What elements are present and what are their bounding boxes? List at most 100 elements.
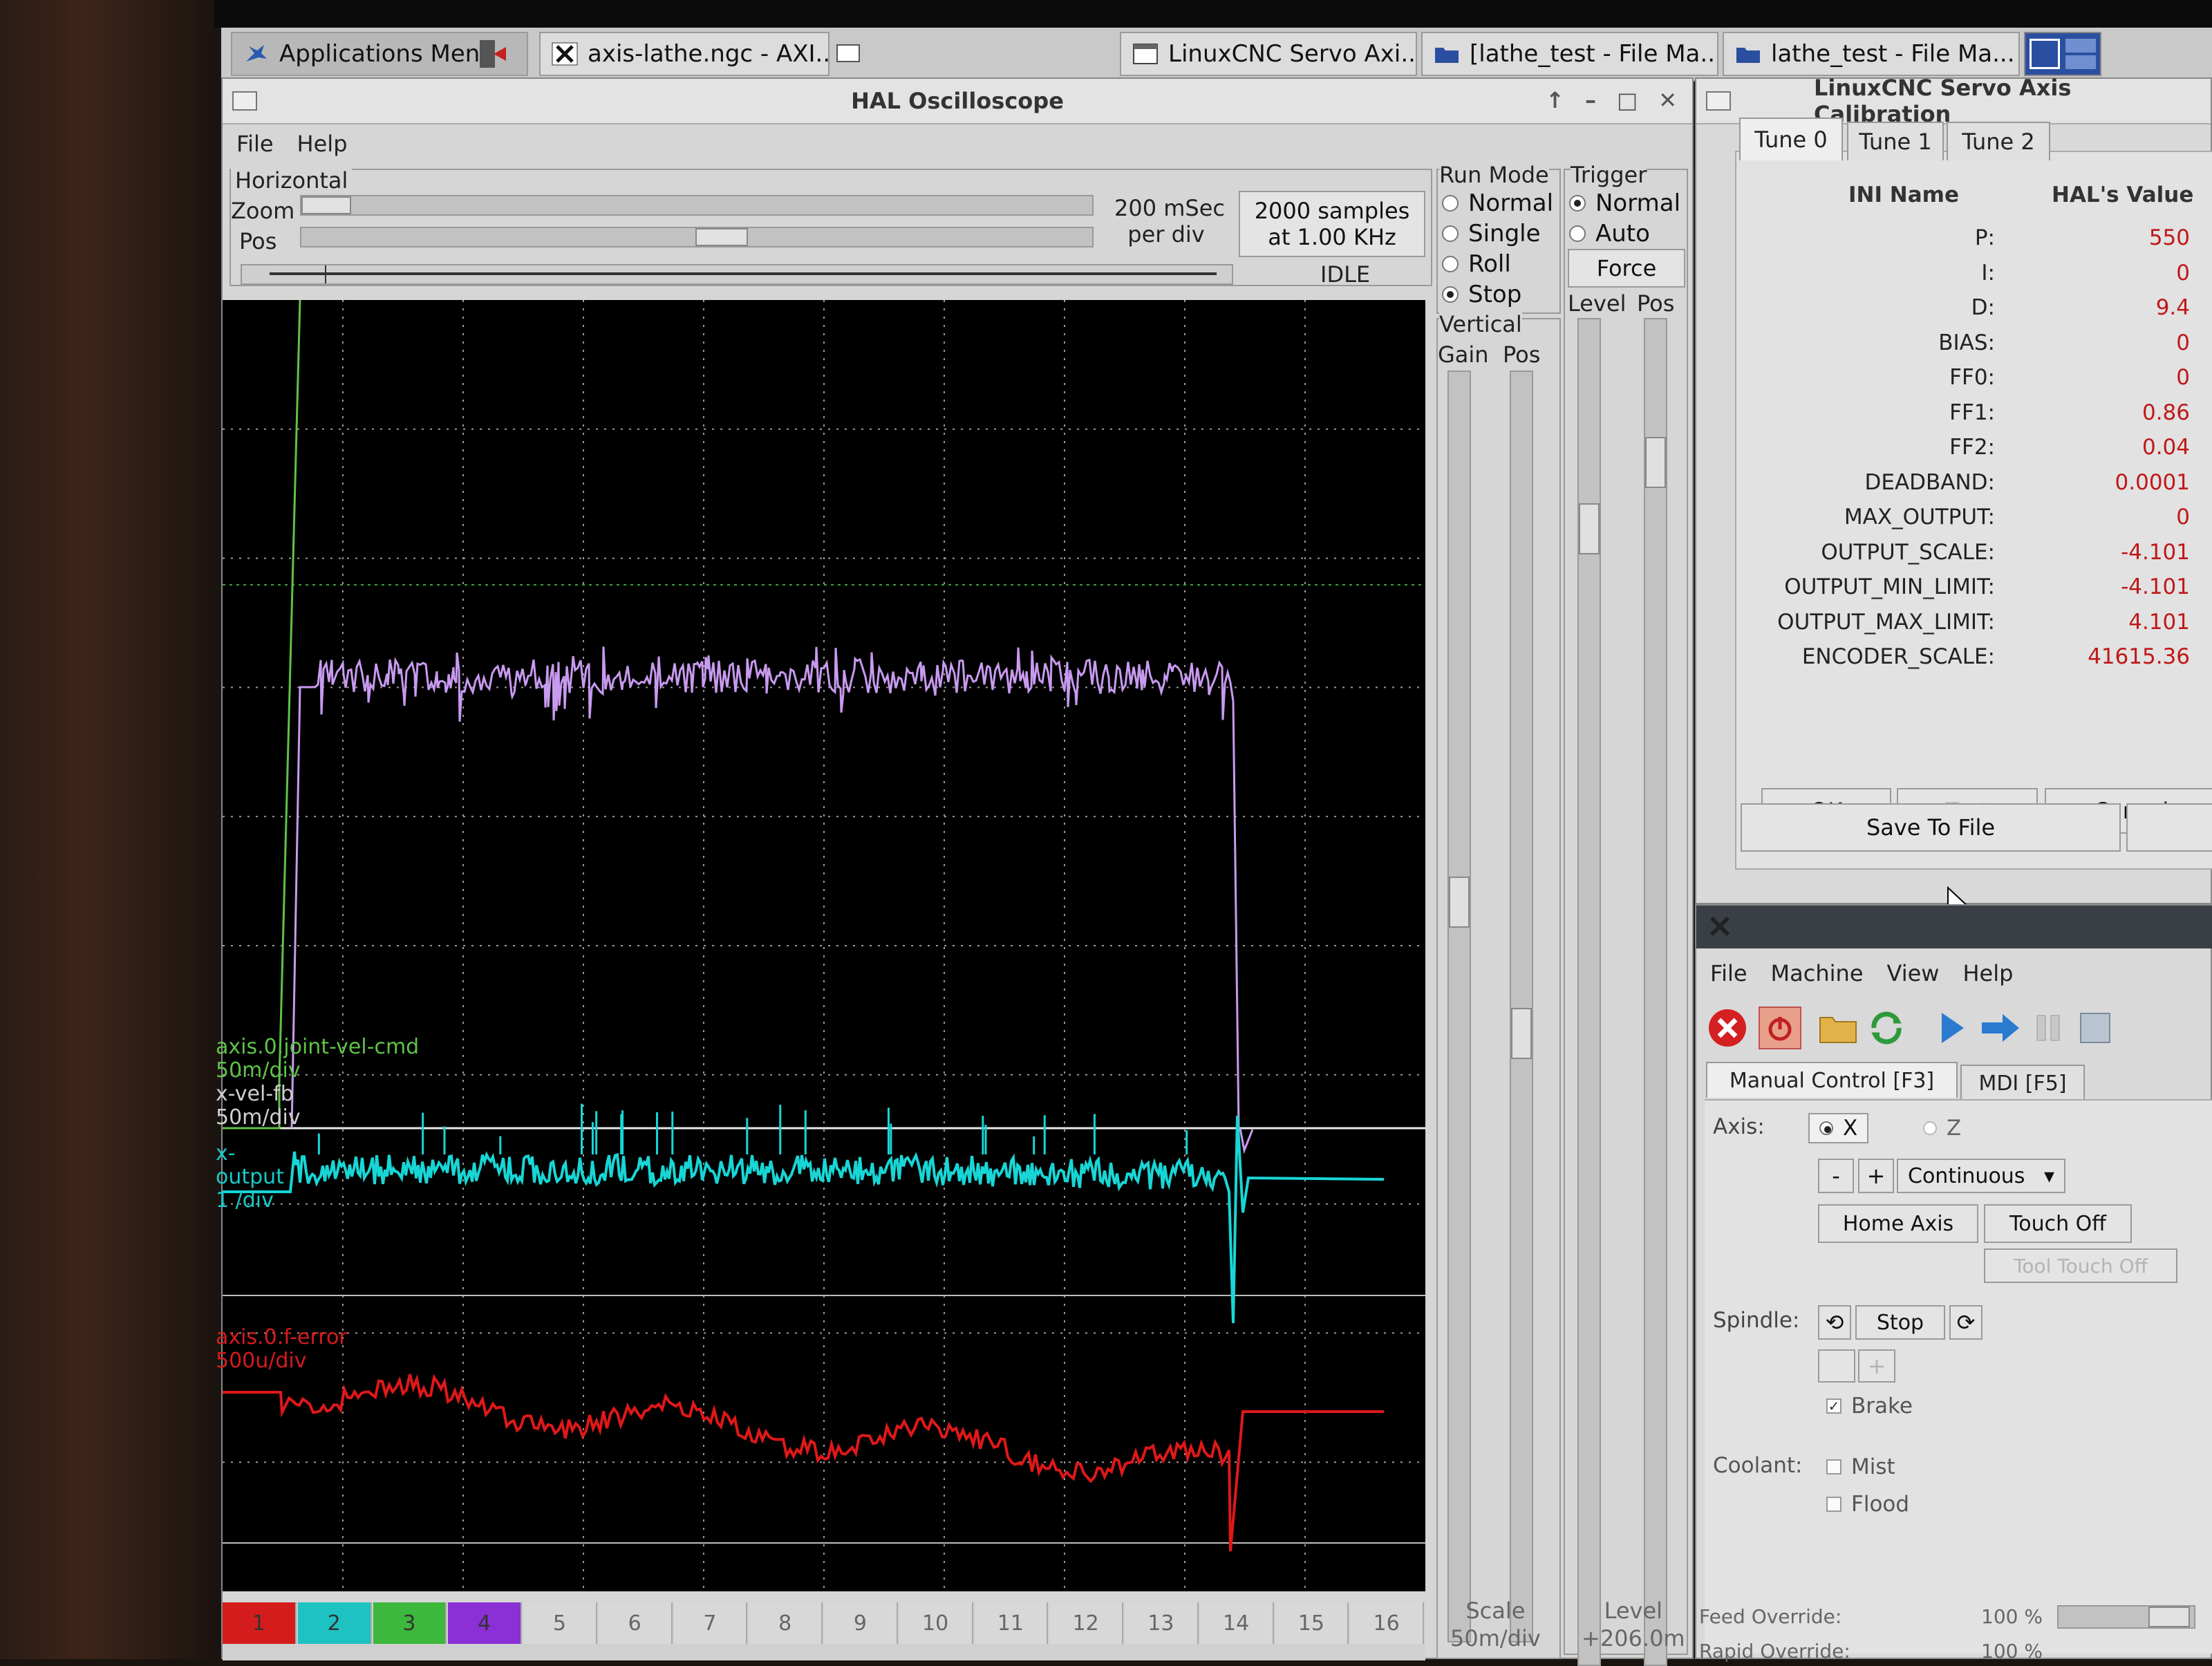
task-servo-calibration[interactable]: LinuxCNC Servo Axi... [1120, 32, 1417, 76]
trigger-force-button[interactable]: Force [1568, 249, 1685, 288]
maximize-icon[interactable]: □ [1617, 87, 1638, 113]
axis-x-icon[interactable] [1707, 914, 1732, 939]
channel-button[interactable]: 4 [448, 1602, 522, 1644]
window-icon [836, 44, 860, 62]
scope-menu-file[interactable]: File [236, 131, 274, 157]
vertical-gain-thumb[interactable] [1449, 877, 1470, 928]
xfce-mouse-icon [246, 45, 267, 62]
stop-program-icon[interactable] [2074, 1007, 2117, 1049]
horizontal-pos-slider[interactable] [300, 227, 1094, 247]
trigger-level-slider[interactable] [1577, 318, 1601, 1666]
channel-button[interactable]: 1 [223, 1602, 297, 1644]
window-menu-icon[interactable] [1706, 91, 1731, 111]
channel-button[interactable]: 16 [1350, 1602, 1424, 1644]
task-file-manager-1[interactable]: [lathe_test - File Ma... [1421, 32, 1718, 76]
logout-icon[interactable] [478, 37, 509, 71]
scope-display[interactable]: axis.0.joint-vel-cmd 50m/div x-vel-fb 50… [216, 299, 1425, 1591]
rate-label: 200 mSec per div [1114, 195, 1226, 247]
save-to-file-button[interactable]: Save To File [1741, 803, 2121, 852]
channel-button[interactable]: 13 [1125, 1602, 1199, 1644]
spindle-ccw-icon[interactable]: ⟲ [1818, 1305, 1851, 1340]
window-menu-icon[interactable] [232, 91, 257, 111]
spindle-stop-button[interactable]: Stop [1855, 1305, 1945, 1340]
trigger-pos-slider[interactable] [1644, 318, 1667, 1666]
tab-tune-1[interactable]: Tune 1 [1847, 122, 1944, 160]
tab-mdi[interactable]: MDI [F5] [1960, 1065, 2085, 1101]
run-mode-roll[interactable]: Roll [1442, 250, 1511, 278]
feed-override-thumb[interactable] [2148, 1607, 2190, 1627]
axis-menu-file[interactable]: File [1710, 960, 1747, 986]
trigger-pos-label: Pos [1637, 290, 1675, 317]
task-axis[interactable]: axis-lathe.ngc - AXI... [539, 32, 830, 76]
channel-button[interactable]: 5 [523, 1602, 597, 1644]
pause-icon[interactable] [2027, 1007, 2070, 1049]
channel-button[interactable]: 7 [673, 1602, 748, 1644]
touch-off-button[interactable]: Touch Off [1984, 1204, 2132, 1243]
trace-label-cmd: axis.0.joint-vel-cmd [216, 1035, 420, 1059]
mist-checkbox[interactable]: Mist [1826, 1454, 1895, 1479]
axis-x-radio[interactable]: X [1808, 1113, 1869, 1143]
channel-button[interactable]: 6 [598, 1602, 673, 1644]
task-axis-label: axis-lathe.ngc - AXI... [588, 40, 830, 68]
channel-button[interactable]: 12 [1049, 1602, 1123, 1644]
tab-manual-control[interactable]: Manual Control [F3] [1706, 1062, 1958, 1098]
jog-minus-button[interactable]: - [1818, 1159, 1854, 1193]
channel-button[interactable]: 11 [974, 1602, 1049, 1644]
zoom-slider-thumb[interactable] [301, 196, 351, 214]
flood-checkbox[interactable]: Flood [1826, 1492, 1909, 1517]
minimize-icon[interactable]: – [1585, 87, 1596, 113]
run-mode-single[interactable]: Single [1442, 220, 1541, 247]
spindle-slower-button[interactable] [1818, 1349, 1855, 1383]
channel-button[interactable]: 10 [899, 1602, 973, 1644]
step-icon[interactable] [1978, 1007, 2021, 1049]
jog-mode-select[interactable]: Continuous ▾ [1897, 1159, 2065, 1193]
zoom-slider[interactable] [300, 195, 1094, 216]
axis-menu-view[interactable]: View [1887, 960, 1940, 986]
folder-icon [1736, 48, 1760, 63]
channel-button[interactable]: 2 [297, 1602, 372, 1644]
feed-override-slider[interactable] [2057, 1605, 2195, 1629]
jog-plus-button[interactable]: + [1858, 1159, 1894, 1193]
vertical-pos-thumb[interactable] [1511, 1008, 1532, 1059]
axis-z-radio[interactable]: Z [1923, 1116, 1961, 1141]
channel-button[interactable]: 8 [749, 1602, 823, 1644]
close-icon[interactable]: ✕ [1658, 87, 1677, 113]
param-row: P: 550 [1736, 221, 2212, 254]
channel-button[interactable]: 15 [1275, 1602, 1349, 1644]
horizontal-pos-thumb[interactable] [695, 228, 748, 246]
trigger-auto[interactable]: Auto [1569, 220, 1650, 247]
shade-icon[interactable]: ↑ [1546, 87, 1564, 113]
calib-extra-button[interactable] [2126, 803, 2212, 852]
axis-menu-machine[interactable]: Machine [1771, 960, 1864, 986]
samples-button[interactable]: 2000 samples at 1.00 KHz [1239, 191, 1425, 257]
home-axis-button[interactable]: Home Axis [1818, 1204, 1978, 1243]
scope-menu-help[interactable]: Help [297, 131, 348, 157]
run-mode-stop[interactable]: Stop [1442, 281, 1521, 308]
channel-button[interactable]: 14 [1199, 1602, 1274, 1644]
axis-menu-help[interactable]: Help [1962, 960, 2013, 986]
task-file-manager-2[interactable]: lathe_test - File Ma... [1723, 32, 2020, 76]
open-file-icon[interactable] [1817, 1007, 1859, 1049]
folder-icon [1435, 48, 1459, 63]
machine-power-icon[interactable] [1759, 1007, 1801, 1049]
spindle-faster-button[interactable]: + [1858, 1349, 1895, 1383]
tab-tune-0[interactable]: Tune 0 [1739, 118, 1843, 160]
tab-tune-2[interactable]: Tune 2 [1947, 122, 2050, 160]
channel-button[interactable]: 3 [373, 1602, 447, 1644]
workspace-switcher[interactable] [2024, 32, 2101, 76]
estop-icon[interactable] [1706, 1007, 1749, 1049]
tool-touch-off-button[interactable]: Tool Touch Off [1984, 1248, 2177, 1283]
spindle-cw-icon[interactable]: ⟳ [1949, 1305, 1983, 1340]
trigger-level-thumb[interactable] [1579, 503, 1600, 554]
channel-button[interactable]: 9 [824, 1602, 898, 1644]
trigger-normal[interactable]: Normal [1569, 189, 1680, 217]
run-program-icon[interactable] [1930, 1007, 1973, 1049]
vertical-gain-slider[interactable] [1447, 371, 1471, 1642]
vertical-pos-slider[interactable] [1510, 371, 1533, 1642]
acquisition-progress [241, 264, 1233, 285]
reload-icon[interactable] [1865, 1007, 1908, 1049]
trace-vel-fb-tail [1239, 1127, 1254, 1154]
trigger-pos-thumb[interactable] [1645, 437, 1666, 488]
run-mode-normal[interactable]: Normal [1442, 189, 1553, 217]
brake-checkbox[interactable]: ✓ Brake [1826, 1394, 1913, 1419]
